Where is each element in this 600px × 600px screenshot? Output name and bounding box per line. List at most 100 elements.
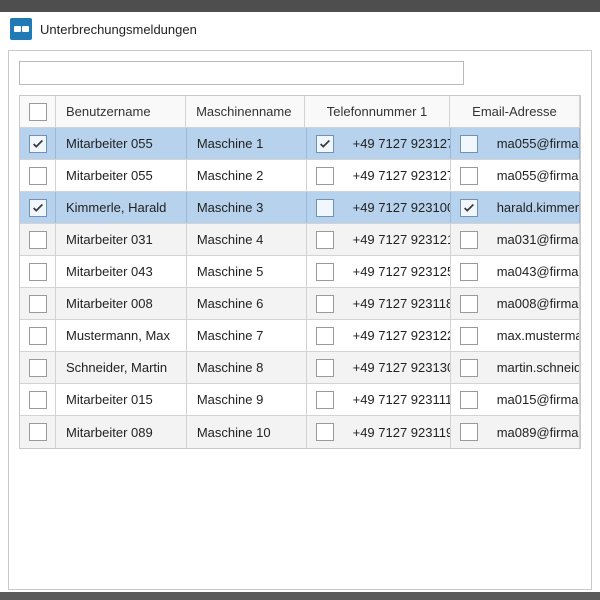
cell-phone: +49 7127 923118 bbox=[307, 288, 451, 319]
machine-text: Maschine 6 bbox=[197, 296, 263, 311]
user-text: Mitarbeiter 055 bbox=[66, 136, 153, 151]
email-checkbox[interactable] bbox=[460, 327, 478, 345]
column-header-machine[interactable]: Maschinenname bbox=[186, 96, 305, 127]
row-select-checkbox[interactable] bbox=[29, 295, 47, 313]
email-checkbox[interactable] bbox=[460, 231, 478, 249]
email-checkbox[interactable] bbox=[460, 263, 478, 281]
row-check-cell bbox=[20, 288, 56, 319]
phone-checkbox[interactable] bbox=[316, 231, 334, 249]
email-text: ma031@firma.de bbox=[487, 232, 579, 247]
phone-checkbox[interactable] bbox=[316, 135, 334, 153]
email-checkbox[interactable] bbox=[460, 295, 478, 313]
machine-text: Maschine 1 bbox=[197, 136, 263, 151]
window-statusbar bbox=[0, 592, 600, 600]
machine-text: Maschine 5 bbox=[197, 264, 263, 279]
table-row[interactable]: Mitarbeiter 031 Maschine 4 +49 7127 923121… bbox=[20, 224, 580, 256]
email-text: harald.kimmerle bbox=[487, 200, 579, 215]
cell-machine: Maschine 3 bbox=[187, 192, 307, 223]
email-text: ma043@firma.de bbox=[487, 264, 579, 279]
row-select-checkbox[interactable] bbox=[29, 423, 47, 441]
email-checkbox[interactable] bbox=[460, 135, 478, 153]
phone-text: +49 7127 923118 bbox=[343, 296, 450, 311]
cell-machine: Maschine 8 bbox=[187, 352, 307, 383]
cell-user: Mitarbeiter 008 bbox=[56, 288, 187, 319]
window-titlebar bbox=[0, 0, 600, 12]
phone-checkbox[interactable] bbox=[316, 263, 334, 281]
email-text: ma055@firma.de bbox=[487, 168, 579, 183]
row-select-checkbox[interactable] bbox=[29, 263, 47, 281]
email-checkbox[interactable] bbox=[460, 359, 478, 377]
row-select-checkbox[interactable] bbox=[29, 391, 47, 409]
machine-text: Maschine 3 bbox=[197, 200, 263, 215]
table-row[interactable]: Mitarbeiter 055Maschine 1+49 7127 923127… bbox=[20, 128, 580, 160]
email-text: ma008@firma.de bbox=[487, 296, 579, 311]
user-text: Mitarbeiter 008 bbox=[66, 296, 153, 311]
header-check-cell bbox=[20, 96, 56, 127]
row-select-checkbox[interactable] bbox=[29, 167, 47, 185]
cell-user: Mustermann, Max bbox=[56, 320, 187, 351]
row-check-cell bbox=[20, 224, 56, 255]
phone-checkbox[interactable] bbox=[316, 359, 334, 377]
app-header: Unterbrechungsmeldungen bbox=[0, 12, 600, 50]
table-row[interactable]: Mustermann, Max Maschine 7 +49 7127 923122… bbox=[20, 320, 580, 352]
row-select-checkbox[interactable] bbox=[29, 327, 47, 345]
cell-email: ma055@firma.de bbox=[451, 160, 580, 191]
email-text: ma089@firma.de bbox=[487, 425, 579, 440]
table-row[interactable]: Mitarbeiter 089Maschine 10+49 7127 92311… bbox=[20, 416, 580, 448]
table-row[interactable]: Mitarbeiter 008 Maschine 6 +49 7127 923118… bbox=[20, 288, 580, 320]
cell-phone: +49 7127 923122 bbox=[307, 320, 451, 351]
table-row[interactable]: Mitarbeiter 043Maschine 5+49 7127 923125… bbox=[20, 256, 580, 288]
row-select-checkbox[interactable] bbox=[29, 199, 47, 217]
row-select-checkbox[interactable] bbox=[29, 359, 47, 377]
cell-phone: +49 7127 923127 bbox=[307, 160, 451, 191]
row-check-cell bbox=[20, 160, 56, 191]
row-check-cell bbox=[20, 416, 56, 448]
email-checkbox[interactable] bbox=[460, 199, 478, 217]
app-icon bbox=[10, 18, 32, 40]
cell-user: Mitarbeiter 089 bbox=[56, 416, 187, 448]
user-text: Mitarbeiter 089 bbox=[66, 425, 153, 440]
phone-checkbox[interactable] bbox=[316, 391, 334, 409]
table-row[interactable]: Mitarbeiter 055Maschine 2+49 7127 923127… bbox=[20, 160, 580, 192]
phone-checkbox[interactable] bbox=[316, 423, 334, 441]
phone-checkbox[interactable] bbox=[316, 167, 334, 185]
cell-machine: Maschine 7 bbox=[187, 320, 307, 351]
cell-email: ma015@firma.de bbox=[451, 384, 580, 415]
cell-user: Mitarbeiter 031 bbox=[56, 224, 187, 255]
user-text: Mitarbeiter 043 bbox=[66, 264, 153, 279]
machine-text: Maschine 7 bbox=[197, 328, 263, 343]
email-checkbox[interactable] bbox=[460, 167, 478, 185]
table-row[interactable]: Schneider, Martin Maschine 8 +49 7127 9231… bbox=[20, 352, 580, 384]
row-select-checkbox[interactable] bbox=[29, 135, 47, 153]
phone-checkbox[interactable] bbox=[316, 295, 334, 313]
column-header-user[interactable]: Benutzername bbox=[56, 96, 186, 127]
phone-text: +49 7127 923121 bbox=[343, 232, 450, 247]
cell-user: Schneider, Martin bbox=[56, 352, 187, 383]
cell-phone: +49 7127 923111 bbox=[307, 384, 451, 415]
page-title: Unterbrechungsmeldungen bbox=[40, 22, 197, 37]
data-grid: Benutzername Maschinenname Telefonnummer… bbox=[19, 95, 581, 449]
cell-user: Kimmerle, Harald bbox=[56, 192, 187, 223]
email-checkbox[interactable] bbox=[460, 423, 478, 441]
phone-text: +49 7127 923130 bbox=[343, 360, 450, 375]
row-check-cell bbox=[20, 320, 56, 351]
user-text: Mustermann, Max bbox=[66, 328, 170, 343]
user-text: Kimmerle, Harald bbox=[66, 200, 166, 215]
search-input[interactable] bbox=[19, 61, 464, 85]
row-select-checkbox[interactable] bbox=[29, 231, 47, 249]
select-all-checkbox[interactable] bbox=[29, 103, 47, 121]
phone-checkbox[interactable] bbox=[316, 327, 334, 345]
table-row[interactable]: Mitarbeiter 015Maschine 9+49 7127 923111… bbox=[20, 384, 580, 416]
cell-machine: Maschine 4 bbox=[187, 224, 307, 255]
email-text: martin.schneide bbox=[487, 360, 579, 375]
user-text: Schneider, Martin bbox=[66, 360, 167, 375]
phone-checkbox[interactable] bbox=[316, 199, 334, 217]
email-checkbox[interactable] bbox=[460, 391, 478, 409]
column-header-phone[interactable]: Telefonnummer 1 bbox=[305, 96, 450, 127]
user-text: Mitarbeiter 031 bbox=[66, 232, 153, 247]
cell-machine: Maschine 5 bbox=[187, 256, 307, 287]
cell-phone: +49 7127 923119 bbox=[307, 416, 451, 448]
table-row[interactable]: Kimmerle, HaraldMaschine 3+49 7127 92310… bbox=[20, 192, 580, 224]
machine-text: Maschine 9 bbox=[197, 392, 263, 407]
column-header-email[interactable]: Email-Adresse bbox=[450, 96, 580, 127]
